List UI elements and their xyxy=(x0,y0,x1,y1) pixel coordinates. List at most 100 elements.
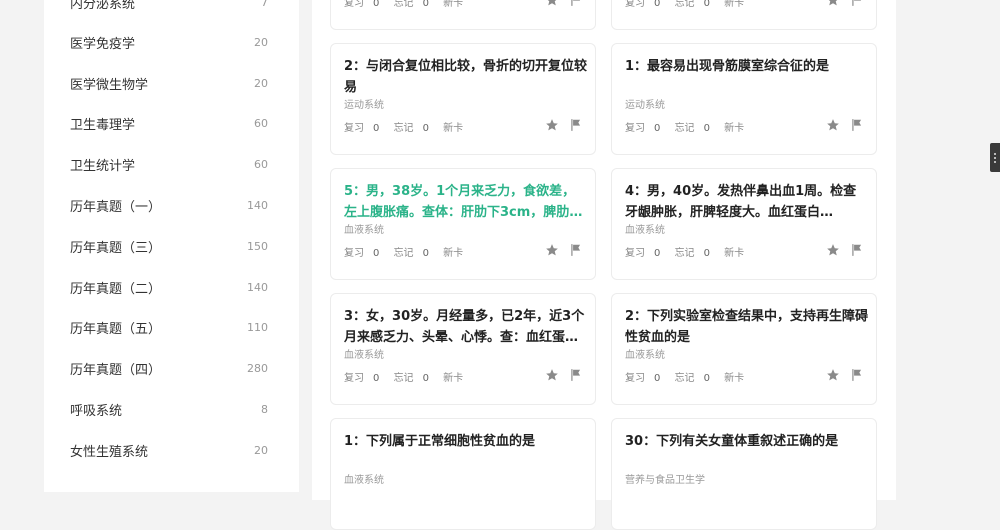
review-count: 0 xyxy=(373,123,380,134)
sidebar-item-label: 历年真题（一） xyxy=(70,199,162,215)
forget-count: 0 xyxy=(422,248,429,259)
card-stats: 复习 0 忘记 0 新卡 xyxy=(625,244,753,259)
sidebar-item-label: 卫生统计学 xyxy=(70,158,136,174)
question-card[interactable]: 复习 0 忘记 0 新卡 xyxy=(611,0,877,30)
card-title: 5：男，38岁。1个月来乏力，食欲差，左上腹胀痛。查体：肝肋下3cm，脾肋下15… xyxy=(344,184,583,220)
card-category: 血液系统 xyxy=(625,225,665,236)
flag-icon[interactable] xyxy=(850,368,864,382)
card-title: 3：女，30岁。月经量多，已2年，近3个月来感乏力、头晕、心悸。查：血红蛋白60… xyxy=(344,309,585,345)
review-count: 0 xyxy=(654,0,661,9)
forget-count: 0 xyxy=(703,123,710,134)
forget-count: 0 xyxy=(422,0,429,9)
sidebar-item-count: 110 xyxy=(247,320,268,334)
new-card-label: 新卡 xyxy=(443,373,464,384)
scroll-handle[interactable] xyxy=(990,143,1000,172)
sidebar-item-statistics[interactable]: 卫生统计学 60 xyxy=(44,144,299,184)
card-category: 血液系统 xyxy=(344,225,384,236)
forget-label: 忘记 xyxy=(674,0,695,9)
new-card-label: 新卡 xyxy=(724,0,745,9)
sidebar-item-immunology[interactable]: 医学免疫学 20 xyxy=(44,22,299,62)
star-icon[interactable] xyxy=(545,368,559,382)
review-label: 复习 xyxy=(344,123,364,134)
card-grid: 复习 0 忘记 0 新卡 复习 0 忘记 0 新卡 2：与闭合复位相比较，骨折的切开复位… xyxy=(312,0,896,530)
review-count: 0 xyxy=(373,373,380,384)
star-icon[interactable] xyxy=(826,368,840,382)
card-stats: 复习 0 忘记 0 新卡 xyxy=(625,0,753,9)
question-card[interactable]: 4：男，40岁。发热伴鼻出血1周。检查牙龈肿胀，肝脾轻度大。血红蛋白40g/L，… xyxy=(611,168,877,280)
forget-label: 忘记 xyxy=(674,373,695,384)
star-icon[interactable] xyxy=(545,243,559,257)
sidebar-item-count: 20 xyxy=(254,76,268,90)
sidebar-item-past-exam-2[interactable]: 历年真题（二） 140 xyxy=(44,267,299,307)
card-title: 1：下列属于正常细胞性贫血的是 xyxy=(344,434,536,449)
card-category: 运动系统 xyxy=(625,100,665,111)
flag-icon[interactable] xyxy=(569,368,583,382)
new-card-label: 新卡 xyxy=(724,373,745,384)
review-count: 0 xyxy=(654,123,661,134)
sidebar-item-label: 医学微生物学 xyxy=(70,77,149,93)
review-label: 复习 xyxy=(344,373,364,384)
sidebar-item-count: 8 xyxy=(261,402,268,416)
card-category: 运动系统 xyxy=(344,100,384,111)
review-label: 复习 xyxy=(625,373,645,384)
card-stats: 复习 0 忘记 0 新卡 xyxy=(344,369,472,384)
review-label: 复习 xyxy=(625,0,645,9)
question-card[interactable]: 1：最容易出现骨筋膜室综合征的是 运动系统 复习 0 忘记 0 新卡 xyxy=(611,43,877,155)
sidebar-item-endocrine[interactable]: 内分泌系统 7 xyxy=(44,0,299,22)
question-card[interactable]: 3：女，30岁。月经量多，已2年，近3个月来感乏力、头晕、心悸。查：血红蛋白60… xyxy=(330,293,596,405)
sidebar-item-count: 280 xyxy=(247,361,268,375)
card-stats: 复习 0 忘记 0 新卡 xyxy=(344,119,472,134)
flag-icon[interactable] xyxy=(850,243,864,257)
question-card[interactable]: 2：下列实验室检查结果中，支持再生障碍性贫血的是 血液系统 复习 0 忘记 0 新卡 xyxy=(611,293,877,405)
sidebar-item-past-exam-1[interactable]: 历年真题（一） 140 xyxy=(44,185,299,225)
flag-icon[interactable] xyxy=(850,0,864,7)
card-category: 血液系统 xyxy=(344,350,384,361)
sidebar-item-respiratory[interactable]: 呼吸系统 8 xyxy=(44,389,299,429)
sidebar-item-count: 150 xyxy=(247,239,268,253)
review-count: 0 xyxy=(654,373,661,384)
new-card-label: 新卡 xyxy=(443,123,464,134)
forget-label: 忘记 xyxy=(674,123,695,134)
card-stats: 复习 0 忘记 0 新卡 xyxy=(344,244,472,259)
question-card[interactable]: 1：下列属于正常细胞性贫血的是 血液系统 xyxy=(330,418,596,530)
forget-count: 0 xyxy=(703,0,710,9)
star-icon[interactable] xyxy=(545,0,559,7)
sidebar-item-microbiology[interactable]: 医学微生物学 20 xyxy=(44,63,299,103)
flag-icon[interactable] xyxy=(569,243,583,257)
card-title: 1：最容易出现骨筋膜室综合征的是 xyxy=(625,59,830,74)
sidebar-item-label: 呼吸系统 xyxy=(70,403,123,419)
card-stats: 复习 0 忘记 0 新卡 xyxy=(625,119,753,134)
sidebar-item-label: 医学免疫学 xyxy=(70,36,136,52)
review-count: 0 xyxy=(373,0,380,9)
sidebar-item-label: 历年真题（二） xyxy=(70,281,162,297)
question-card[interactable]: 5：男，38岁。1个月来乏力，食欲差，左上腹胀痛。查体：肝肋下3cm，脾肋下15… xyxy=(330,168,596,280)
forget-label: 忘记 xyxy=(393,123,414,134)
question-card[interactable]: 2：与闭合复位相比较，骨折的切开复位较易 运动系统 复习 0 忘记 0 新卡 xyxy=(330,43,596,155)
forget-count: 0 xyxy=(703,248,710,259)
review-label: 复习 xyxy=(344,0,364,9)
sidebar-item-count: 60 xyxy=(254,157,268,171)
review-label: 复习 xyxy=(625,123,645,134)
sidebar-item-past-exam-4[interactable]: 历年真题（四） 280 xyxy=(44,348,299,388)
forget-label: 忘记 xyxy=(393,248,414,259)
flag-icon[interactable] xyxy=(569,0,583,7)
sidebar-item-past-exam-5[interactable]: 历年真题（五） 110 xyxy=(44,307,299,347)
question-card[interactable]: 30：下列有关女童体重叙述正确的是 营养与食品卫生学 xyxy=(611,418,877,530)
star-icon[interactable] xyxy=(826,243,840,257)
star-icon[interactable] xyxy=(826,0,840,7)
forget-count: 0 xyxy=(422,373,429,384)
flag-icon[interactable] xyxy=(850,118,864,132)
star-icon[interactable] xyxy=(826,118,840,132)
sidebar-item-past-exam-3[interactable]: 历年真题（三） 150 xyxy=(44,226,299,266)
question-card[interactable]: 复习 0 忘记 0 新卡 xyxy=(330,0,596,30)
sidebar-item-count: 7 xyxy=(261,0,268,9)
card-stats: 复习 0 忘记 0 新卡 xyxy=(625,369,753,384)
review-count: 0 xyxy=(373,248,380,259)
category-sidebar: 内分泌系统 7 医学免疫学 20 医学微生物学 20 卫生毒理学 60 卫生统计… xyxy=(44,0,299,492)
sidebar-item-label: 历年真题（五） xyxy=(70,321,162,337)
sidebar-item-female-reproductive[interactable]: 女性生殖系统 20 xyxy=(44,430,299,470)
flag-icon[interactable] xyxy=(569,118,583,132)
forget-label: 忘记 xyxy=(674,248,695,259)
sidebar-item-toxicology[interactable]: 卫生毒理学 60 xyxy=(44,103,299,143)
star-icon[interactable] xyxy=(545,118,559,132)
